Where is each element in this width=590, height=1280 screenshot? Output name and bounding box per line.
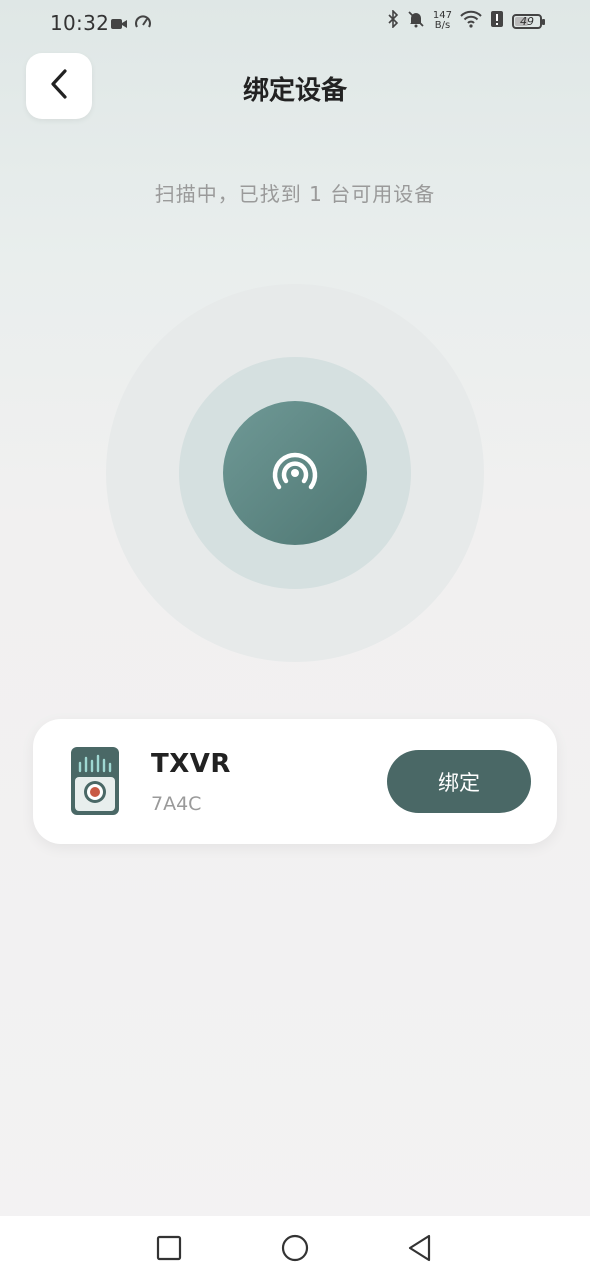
device-id: 7A4C — [151, 793, 202, 815]
status-left-icons — [110, 14, 152, 36]
net-speed-unit: B/s — [434, 20, 451, 31]
page-title: 绑定设备 — [242, 76, 347, 106]
system-nav-bar — [0, 1216, 590, 1280]
broadcast-icon — [269, 449, 321, 497]
net-speed: 147 B/s — [433, 11, 452, 31]
mute-bell-icon — [407, 10, 425, 32]
recorder-device-icon — [71, 747, 119, 815]
battery-icon: 49 — [512, 13, 545, 29]
bluetooth-icon — [387, 9, 399, 32]
video-icon — [110, 16, 128, 35]
device-card[interactable]: TXVR 7A4C 绑定 — [33, 719, 557, 844]
scan-status-text: 扫描中，已找到 1 台可用设备 — [154, 182, 436, 206]
status-right-icons: 147 B/s 49 — [387, 9, 545, 32]
home-icon[interactable] — [279, 1232, 311, 1264]
recent-apps-icon[interactable] — [153, 1232, 185, 1264]
battery-level: 49 — [520, 14, 534, 28]
status-time: 10:32 — [50, 11, 110, 35]
bind-button[interactable]: 绑定 — [387, 750, 531, 813]
device-name: TXVR — [151, 749, 231, 779]
status-bar: 10:32 147 B/s 49 — [0, 0, 590, 46]
wifi-icon — [460, 10, 482, 32]
back-icon[interactable] — [404, 1232, 436, 1264]
radar-scan-button[interactable] — [223, 401, 367, 545]
alert-icon — [490, 10, 504, 32]
speed-icon — [134, 14, 152, 36]
